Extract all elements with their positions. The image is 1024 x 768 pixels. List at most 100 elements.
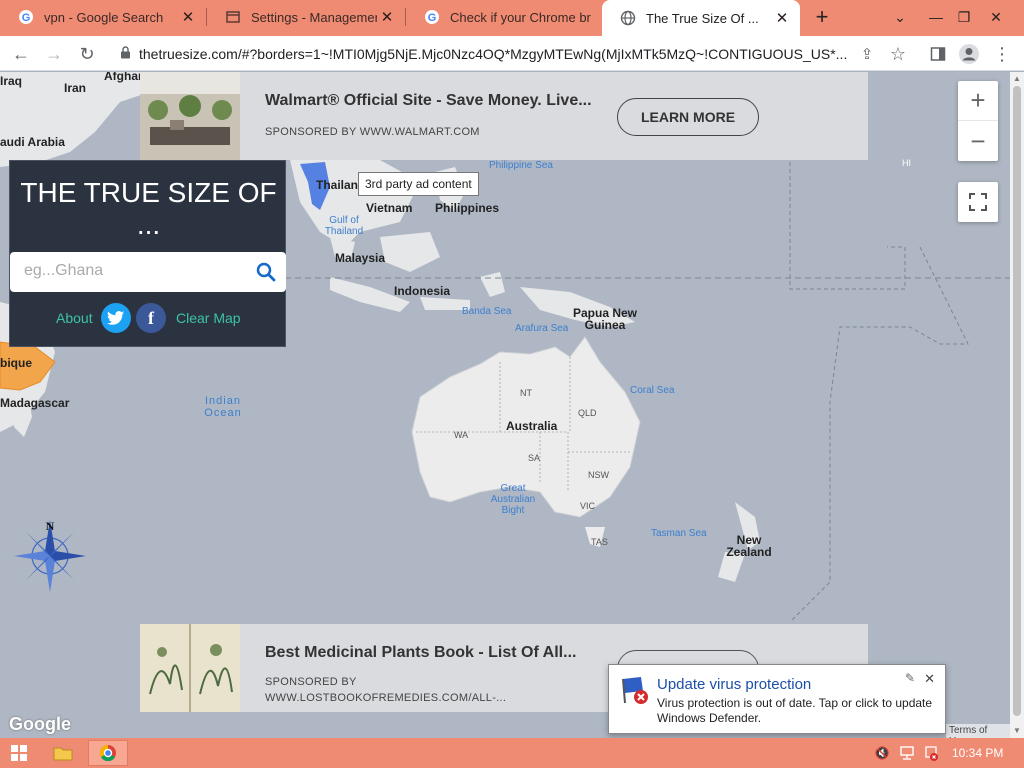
terms-of-use-link[interactable]: Terms of Use: [946, 724, 1010, 738]
share-icon[interactable]: ⇪: [855, 42, 879, 66]
close-window-button[interactable]: ✕: [976, 0, 1016, 34]
country-search-input[interactable]: [24, 262, 254, 280]
notification-body: Virus protection is out of date. Tap or …: [657, 696, 933, 725]
map-label-state: NT: [520, 388, 532, 398]
map-label-indian-ocean: Indian Ocean: [204, 395, 242, 419]
network-icon[interactable]: [897, 740, 917, 766]
ad-content-tooltip: 3rd party ad content: [358, 172, 479, 196]
clear-map-link[interactable]: Clear Map: [176, 310, 241, 326]
page-scrollbar[interactable]: ▲ ▼: [1010, 72, 1024, 738]
tab-settings-management[interactable]: Settings - Management ✕: [207, 0, 405, 34]
close-tab-icon[interactable]: ✕: [377, 8, 397, 26]
folder-icon: [53, 747, 73, 761]
learn-more-button[interactable]: LEARN MORE: [617, 98, 759, 136]
chrome-taskbar-button[interactable]: [88, 740, 128, 766]
map-label-gulf-of-thailand: Gulf of Thailand: [324, 215, 364, 237]
tab-true-size[interactable]: The True Size Of ... ✕: [602, 0, 800, 36]
panel-links: About f Clear Map: [10, 302, 287, 334]
back-arrow-icon[interactable]: ←: [9, 42, 33, 66]
map-label-australia: Australia: [506, 419, 558, 433]
fullscreen-icon: [969, 193, 987, 211]
tab-check-chrome[interactable]: G Check if your Chrome br: [406, 0, 602, 34]
search-icon[interactable]: [256, 262, 276, 287]
map-label-state: QLD: [578, 408, 597, 418]
map-label-state: NSW: [588, 470, 609, 480]
ad-image-patio: [140, 72, 240, 160]
address-bar[interactable]: thetruesize.com/#?borders=1~!MTI0Mjg5NjE…: [112, 40, 852, 68]
close-tab-icon[interactable]: ✕: [178, 8, 198, 26]
settings-page-icon: [225, 9, 241, 25]
ad-headline[interactable]: Walmart® Official Site - Save Money. Liv…: [265, 92, 592, 110]
url-text: thetruesize.com/#?borders=1~!MTI0Mjg5NjE…: [139, 46, 848, 62]
tab-strip: G vpn - Google Search ✕ Settings - Manag…: [0, 0, 1024, 36]
map-label-afghanistan: Afghar: [104, 72, 143, 83]
map-label-coral-sea: Coral Sea: [630, 385, 675, 396]
map-label-state: WA: [454, 430, 469, 440]
map-label-vietnam: Vietnam: [366, 201, 413, 215]
ad-headline[interactable]: Best Medicinal Plants Book - List Of All…: [265, 644, 576, 662]
profile-avatar-icon[interactable]: [957, 42, 981, 66]
windows-defender-notification[interactable]: Update virus protection Virus protection…: [608, 664, 946, 734]
ad-image-book: [140, 624, 240, 712]
ad-sponsor: SPONSORED BY WWW.WALMART.COM: [265, 126, 480, 138]
bookmark-star-icon[interactable]: ☆: [886, 42, 910, 66]
menu-kebab-icon[interactable]: ⋮: [990, 42, 1014, 66]
tab-vpn-search[interactable]: G vpn - Google Search ✕: [0, 0, 206, 34]
panel-heading: THE TRUE SIZE OF ...: [20, 177, 277, 240]
map-label-great-australian-bight: Great Australian Bight: [490, 483, 536, 516]
zoom-controls: + −: [958, 81, 998, 161]
lock-icon: [120, 46, 131, 62]
map-label-philippine-sea: Philippine Sea: [489, 160, 553, 171]
svg-text:N: N: [46, 519, 55, 533]
map-label-papua-new-guinea: Papua New Guinea: [572, 306, 638, 332]
tab-title: The True Size Of ...: [646, 10, 759, 26]
google-logo: Google: [9, 714, 71, 734]
chrome-icon: [99, 744, 116, 762]
notification-close-icon[interactable]: ✕: [924, 671, 935, 687]
map-label-madagascar: Madagascar: [0, 396, 70, 410]
forward-arrow-icon[interactable]: →: [42, 42, 66, 66]
svg-text:G: G: [22, 12, 31, 24]
google-icon: G: [424, 9, 440, 25]
twitter-icon[interactable]: [101, 303, 131, 333]
scroll-up-arrow-icon[interactable]: ▲: [1013, 74, 1021, 83]
side-panel-icon[interactable]: [926, 42, 950, 66]
map-label-thailand: Thailan: [316, 178, 359, 192]
map-label-state: SA: [528, 453, 541, 463]
reload-icon[interactable]: ↻: [75, 42, 99, 66]
map-label-tasman-sea: Tasman Sea: [651, 528, 707, 539]
ad-sponsor-line: SPONSORED BY: [265, 676, 357, 688]
zoom-in-button[interactable]: +: [958, 81, 998, 121]
fullscreen-button[interactable]: [958, 182, 998, 222]
tab-title: Settings - Management: [251, 9, 377, 25]
file-explorer-button[interactable]: [48, 740, 78, 766]
scrollbar-thumb[interactable]: [1013, 86, 1021, 716]
top-ad-banner[interactable]: Walmart® Official Site - Save Money. Liv…: [140, 72, 868, 160]
volume-muted-icon[interactable]: 🔇: [872, 740, 892, 766]
map-label-iran: Iran: [64, 81, 87, 95]
taskbar-clock[interactable]: 10:34 PM: [952, 746, 1003, 760]
pin-icon[interactable]: ✎: [905, 671, 915, 685]
svg-text:G: G: [428, 12, 437, 24]
country-search[interactable]: [10, 252, 286, 292]
close-tab-icon[interactable]: ✕: [772, 9, 792, 27]
start-button[interactable]: [4, 740, 34, 766]
action-center-warning-icon[interactable]: [921, 740, 941, 766]
tab-search-chevron-icon[interactable]: ⌄: [880, 0, 920, 34]
google-icon: G: [18, 9, 34, 25]
scroll-down-arrow-icon[interactable]: ▼: [1013, 726, 1021, 735]
map-label-banda-sea: Banda Sea: [462, 306, 512, 317]
new-tab-button[interactable]: +: [802, 0, 842, 34]
map-label-new-zealand: New Zealand: [726, 533, 772, 559]
compass-rose-icon: N: [12, 518, 90, 596]
map-label-malaysia: Malaysia: [335, 251, 386, 265]
tab-title: Check if your Chrome br: [450, 9, 591, 25]
map-label-arafura-sea: Arafura Sea: [515, 323, 569, 334]
browser-toolbar: ← → ↻ thetruesize.com/#?borders=1~!MTI0M…: [0, 36, 1024, 71]
facebook-icon[interactable]: f: [136, 303, 166, 333]
map-label-iraq: Iraq: [0, 74, 23, 88]
about-link[interactable]: About: [56, 310, 93, 326]
map-label-indonesia: Indonesia: [394, 284, 451, 298]
zoom-out-button[interactable]: −: [958, 121, 998, 161]
map-label-hawaii: HI: [902, 158, 911, 168]
